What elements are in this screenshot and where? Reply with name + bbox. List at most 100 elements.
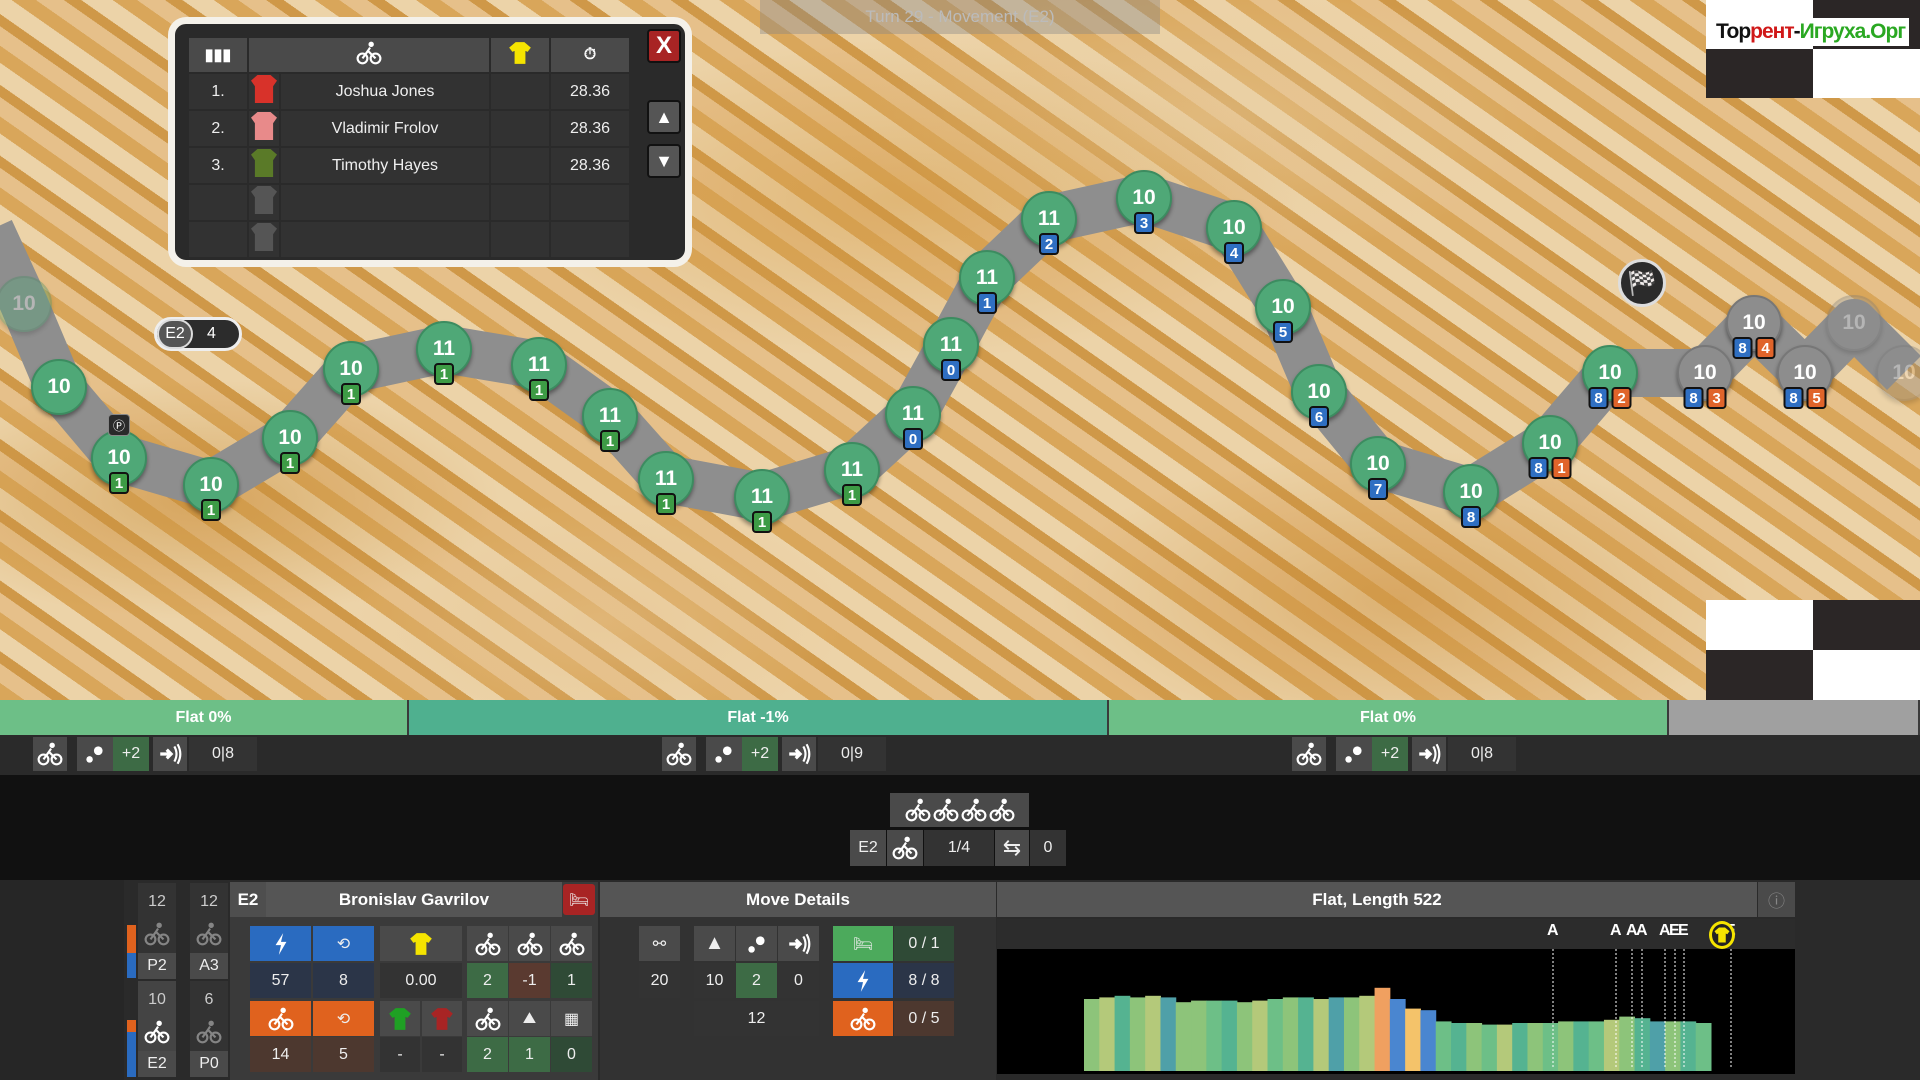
profile-segment	[1650, 1021, 1666, 1071]
leaderboard-row[interactable]	[189, 185, 629, 220]
track-space[interactable]: 110	[885, 386, 941, 442]
track-space[interactable]: 1083	[1677, 345, 1733, 401]
track-space[interactable]: 111	[511, 337, 567, 393]
track-space[interactable]: 1081	[1522, 415, 1578, 471]
profile-segment	[1665, 1021, 1681, 1071]
space-value: 10	[1366, 452, 1389, 476]
group-position: 1/4	[924, 830, 994, 866]
bike-icon	[887, 830, 923, 866]
info-icon[interactable]: ⓘ	[1758, 882, 1795, 917]
draft-arrow-icon	[782, 737, 816, 771]
track-space[interactable]: 111	[824, 442, 880, 498]
profile-segment	[1497, 1025, 1513, 1071]
profile-segment	[1206, 1001, 1222, 1071]
energy-icon	[250, 926, 311, 961]
rest-count: 0 / 1	[894, 926, 954, 961]
segment-count: 0|8	[189, 737, 257, 771]
group-value: 0	[1030, 830, 1066, 866]
track-space[interactable]: 10	[1876, 345, 1920, 401]
energy-bar-blue	[127, 953, 136, 978]
track-space[interactable]: 105	[1255, 279, 1311, 335]
space-value: 10	[1132, 186, 1155, 210]
profile-segment	[1084, 999, 1100, 1071]
scroll-down-button[interactable]: ▼	[647, 144, 681, 178]
track-space[interactable]: 1084	[1726, 295, 1782, 351]
track-space[interactable]: 1085	[1777, 345, 1833, 401]
profile-title: Flat, Length 522	[997, 882, 1757, 917]
flat-bike-icon	[662, 737, 696, 771]
track-space[interactable]: 111	[734, 469, 790, 525]
track-space[interactable]: 101	[262, 410, 318, 466]
draft-arrow-icon	[778, 926, 819, 961]
profile-segment	[1573, 1021, 1589, 1071]
track-space[interactable]: 107	[1350, 436, 1406, 492]
rider-bubble[interactable]: E2 4	[154, 317, 242, 351]
space-badge: 4	[1756, 337, 1776, 359]
space-badge: 6	[1309, 406, 1329, 428]
group-team: E2	[850, 830, 886, 866]
gear-bonus: +2	[742, 737, 778, 771]
track-space[interactable]: 111	[582, 388, 638, 444]
close-button[interactable]: X	[647, 29, 681, 63]
draft-arrow-icon	[153, 737, 187, 771]
leaderboard-row[interactable]	[189, 222, 629, 257]
yellow-jersey-icon[interactable]	[491, 38, 549, 72]
track-space[interactable]: 104	[1206, 200, 1262, 256]
team-card[interactable]: 12 P2	[138, 883, 176, 979]
jersey-points	[491, 222, 549, 257]
track-space[interactable]: 106	[1291, 364, 1347, 420]
track-space[interactable]: 108	[1443, 464, 1499, 520]
profile-segment	[1359, 996, 1375, 1071]
profile-segment	[1283, 997, 1299, 1071]
team-card[interactable]: 6 P0	[190, 981, 228, 1077]
bike-icon	[190, 919, 228, 949]
profile-segment	[1329, 997, 1345, 1071]
leaderboard-row[interactable]: 3. Timothy Hayes 28.36	[189, 148, 629, 183]
leaderboard-row[interactable]: 1. Joshua Jones 28.36	[189, 74, 629, 109]
jersey-icon	[249, 74, 279, 109]
profile-segment	[1237, 1002, 1253, 1071]
track-space[interactable]: 101	[323, 341, 379, 397]
space-value: 10	[1538, 431, 1561, 455]
rider-time	[551, 222, 629, 257]
track-space[interactable]: 101	[183, 457, 239, 513]
track-space[interactable]: 1082	[1582, 345, 1638, 401]
profile-marker: E	[1678, 922, 1689, 940]
bike-icon[interactable]	[249, 38, 489, 72]
track-space[interactable]: 112	[1021, 191, 1077, 247]
track-space[interactable]: 10	[1826, 295, 1882, 351]
rest-bed-button[interactable]: 🛏	[563, 884, 595, 915]
rider-stat: -	[380, 1037, 420, 1072]
gradient-segment: Flat -1%	[409, 700, 1109, 735]
track-space[interactable]: 111	[416, 321, 472, 377]
team-card[interactable]: 10 E2	[138, 981, 176, 1077]
stage-profile-chart[interactable]	[997, 949, 1795, 1074]
space-badge: 7	[1368, 478, 1388, 500]
finish-flag-icon[interactable]: 🏁	[1618, 259, 1666, 307]
space-value: 11	[751, 485, 773, 509]
flat-bike-icon	[467, 926, 508, 961]
space-value: 11	[940, 333, 962, 357]
profile-marker: A	[1610, 922, 1622, 940]
draft-arrow-icon	[1412, 737, 1446, 771]
team-card[interactable]: 12 A3	[190, 883, 228, 979]
space-badge: 1	[752, 511, 772, 533]
leaderboard-row[interactable]: 2. Vladimir Frolov 28.36	[189, 111, 629, 146]
track-space[interactable]: 110	[923, 317, 979, 373]
track-space[interactable]: 10	[0, 276, 52, 332]
track-space[interactable]: 101	[91, 430, 147, 486]
podium-icon[interactable]: ▮▮▮	[189, 38, 247, 72]
split-arrows-icon[interactable]: ⇆	[995, 830, 1029, 866]
stopwatch-icon[interactable]: ⏱	[551, 38, 629, 72]
space-value: 11	[1038, 207, 1060, 231]
gears-icon	[1336, 737, 1372, 771]
space-badge: 2	[1612, 387, 1632, 409]
track-space[interactable]: 10	[31, 359, 87, 415]
track-space[interactable]: 111	[638, 451, 694, 507]
track-space[interactable]: 103	[1116, 170, 1172, 226]
rider-stat: -	[422, 1037, 462, 1072]
gradient-segment: Flat 0%	[0, 700, 409, 735]
track-space[interactable]: 111	[959, 250, 1015, 306]
race-map[interactable]: 1010101101101101111111111111111111110110…	[0, 0, 1920, 700]
scroll-up-button[interactable]: ▲	[647, 100, 681, 134]
